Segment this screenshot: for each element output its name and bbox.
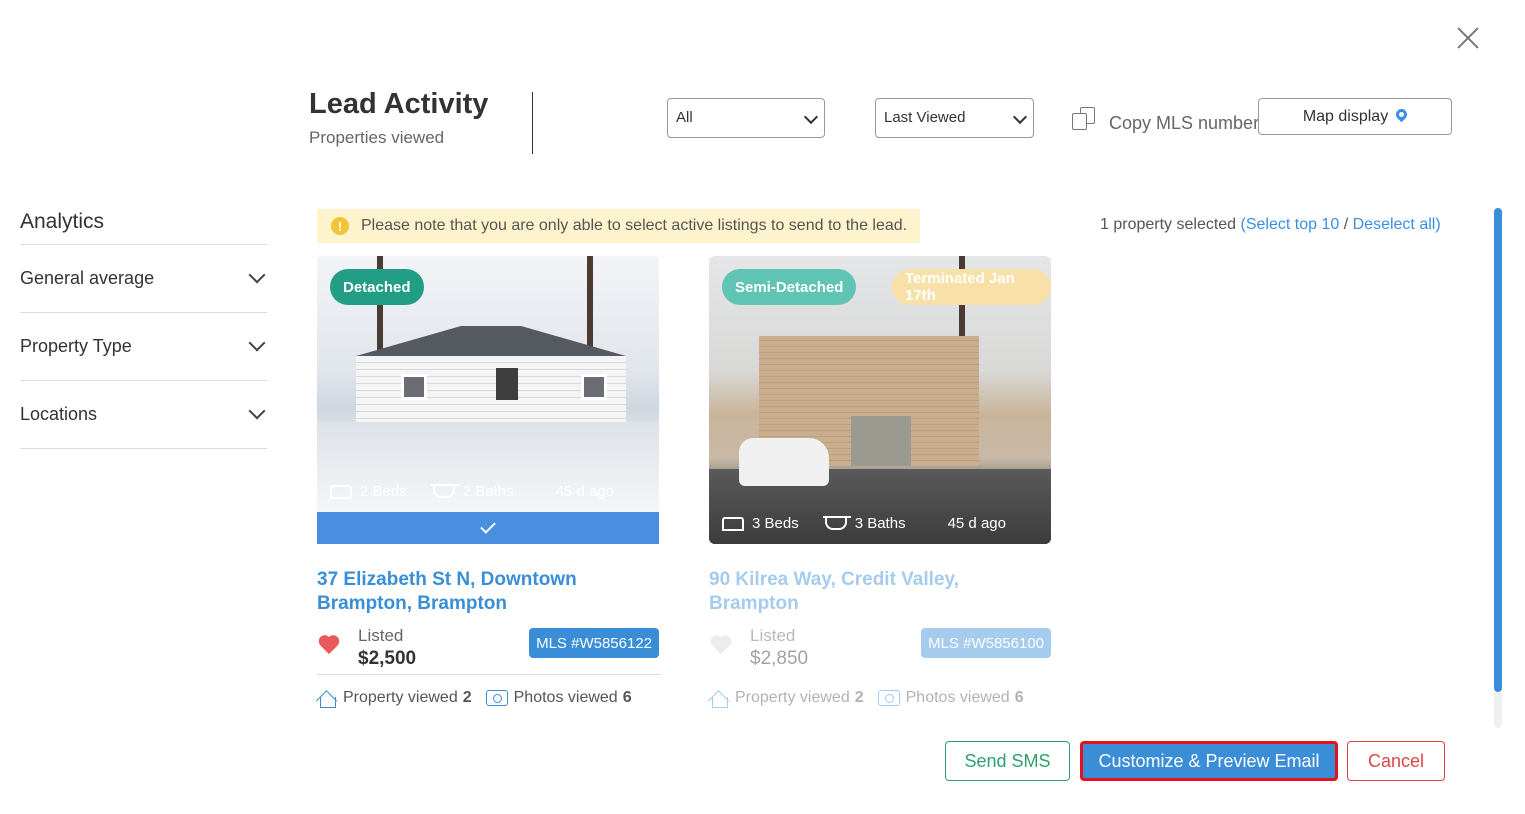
deselect-all-link[interactable]: Deselect all)	[1353, 216, 1441, 233]
heart-icon[interactable]	[710, 636, 732, 656]
heart-icon[interactable]	[318, 636, 340, 656]
photos-viewed-count: 6	[1014, 689, 1024, 706]
listing-photo[interactable]: Semi-Detached Terminated Jan 17th 3 Beds…	[709, 256, 1051, 544]
listing-age: 45 d ago	[555, 483, 614, 500]
photos-viewed-label: Photos viewed	[513, 689, 618, 706]
select-top-10-link[interactable]: (Select top 10	[1241, 216, 1340, 233]
property-viewed-count: 2	[462, 689, 472, 706]
chevron-down-icon	[248, 266, 266, 284]
mls-badge: MLS #W5856100	[921, 628, 1051, 658]
selection-separator: /	[1343, 216, 1349, 233]
listed-label: Listed	[358, 626, 404, 645]
selected-toggle-bar[interactable]	[317, 512, 659, 544]
status-badge: Terminated Jan 17th	[892, 269, 1051, 305]
sidebar-item-general-average[interactable]: General average	[20, 245, 267, 313]
view-stats: Property viewed 2 Photos viewed 6	[317, 674, 661, 708]
property-viewed-count: 2	[854, 689, 864, 706]
sort-select[interactable]: Last Viewed	[875, 98, 1034, 138]
map-pin-icon	[1393, 106, 1410, 123]
map-display-label: Map display	[1302, 107, 1389, 125]
sidebar-title: Analytics	[20, 210, 267, 245]
listing-details-faded: 90 Kilrea Way, Credit Valley, Brampton L…	[709, 568, 1053, 708]
home-icon	[709, 689, 729, 708]
price-row: Listed $2,500 MLS #W5856122	[317, 626, 660, 669]
cancel-button[interactable]: Cancel	[1347, 741, 1445, 781]
baths-count: 2 Baths	[462, 483, 514, 500]
bathtub-icon	[430, 483, 459, 498]
listing-photo-meta: 2 Beds 2 Baths 45 d ago	[330, 483, 640, 500]
listing-price: $2,500	[358, 648, 417, 669]
sidebar-item-label: General average	[20, 268, 155, 288]
mls-badge: MLS #W5856122	[529, 628, 659, 658]
scrollbar-track[interactable]	[1494, 208, 1502, 728]
map-display-button[interactable]: Map display	[1258, 98, 1452, 135]
notice-text: Please note that you are only able to se…	[361, 217, 908, 234]
chevron-down-icon	[1012, 109, 1028, 125]
property-type-badge: Semi-Detached	[722, 269, 857, 305]
view-stats: Property viewed 2 Photos viewed 6	[709, 674, 1053, 708]
copy-mls-button[interactable]: Copy MLS numbers	[1071, 104, 1268, 134]
camera-icon	[485, 690, 508, 706]
copy-mls-label: Copy MLS numbers	[1109, 112, 1269, 133]
sort-select-value: Last Viewed	[884, 109, 966, 126]
listing-price: $2,850	[750, 648, 809, 669]
page-subtitle: Properties viewed	[309, 128, 445, 147]
filter-select[interactable]: All	[667, 98, 825, 138]
header-divider	[532, 92, 533, 154]
bed-icon	[722, 516, 744, 531]
selection-count: 1 property selected	[1100, 216, 1237, 233]
sidebar-item-locations[interactable]: Locations	[20, 381, 267, 449]
notice-banner: ! Please note that you are only able to …	[317, 209, 920, 243]
beds-count: 2 Beds	[360, 483, 407, 500]
customize-preview-email-button[interactable]: Customize & Preview Email	[1080, 741, 1338, 781]
scrollbar-thumb[interactable]	[1494, 208, 1502, 692]
sidebar-item-property-type[interactable]: Property Type	[20, 313, 267, 381]
beds-count: 3 Beds	[752, 515, 799, 532]
photos-viewed-label: Photos viewed	[905, 689, 1010, 706]
bathtub-icon	[822, 515, 851, 530]
baths-count: 3 Baths	[854, 515, 906, 532]
sidebar-item-label: Property Type	[20, 336, 132, 356]
property-viewed-label: Property viewed	[735, 689, 850, 706]
bed-icon	[330, 484, 352, 499]
analytics-sidebar: Analytics General average Property Type …	[20, 210, 267, 449]
price-row: Listed $2,850 MLS #W5856100	[709, 626, 1052, 669]
sidebar-item-label: Locations	[20, 404, 98, 424]
listing-address-link[interactable]: 37 Elizabeth St N, Downtown Brampton, Br…	[317, 568, 617, 616]
warning-icon: !	[331, 217, 349, 235]
chevron-down-icon	[803, 109, 819, 125]
listed-label: Listed	[750, 626, 796, 645]
property-viewed-label: Property viewed	[343, 689, 458, 706]
listing-address-link[interactable]: 90 Kilrea Way, Credit Valley, Brampton	[709, 568, 1009, 616]
copy-icon	[1071, 106, 1097, 132]
listing-age: 45 d ago	[947, 515, 1006, 532]
listing-card: Detached 2 Beds 2 Baths 45 d ago 37 Eliz…	[317, 256, 661, 708]
property-type-badge: Detached	[330, 269, 424, 305]
chevron-down-icon	[248, 334, 266, 352]
chevron-down-icon	[248, 402, 266, 420]
home-icon	[317, 689, 337, 708]
listing-photo-meta: 3 Beds 3 Baths 45 d ago	[722, 515, 1032, 532]
listing-photo[interactable]: Detached 2 Beds 2 Baths 45 d ago	[317, 256, 659, 512]
send-sms-button[interactable]: Send SMS	[945, 741, 1070, 781]
camera-icon	[877, 690, 900, 706]
selection-info: 1 property selected (Select top 10 / Des…	[1100, 216, 1441, 234]
photos-viewed-count: 6	[622, 689, 632, 706]
filter-select-value: All	[676, 109, 693, 126]
checkmark-icon	[480, 518, 496, 534]
listing-card: Semi-Detached Terminated Jan 17th 3 Beds…	[709, 256, 1053, 708]
car-illustration	[739, 438, 829, 486]
page-title: Lead Activity	[309, 88, 489, 120]
close-icon[interactable]	[1454, 24, 1482, 52]
